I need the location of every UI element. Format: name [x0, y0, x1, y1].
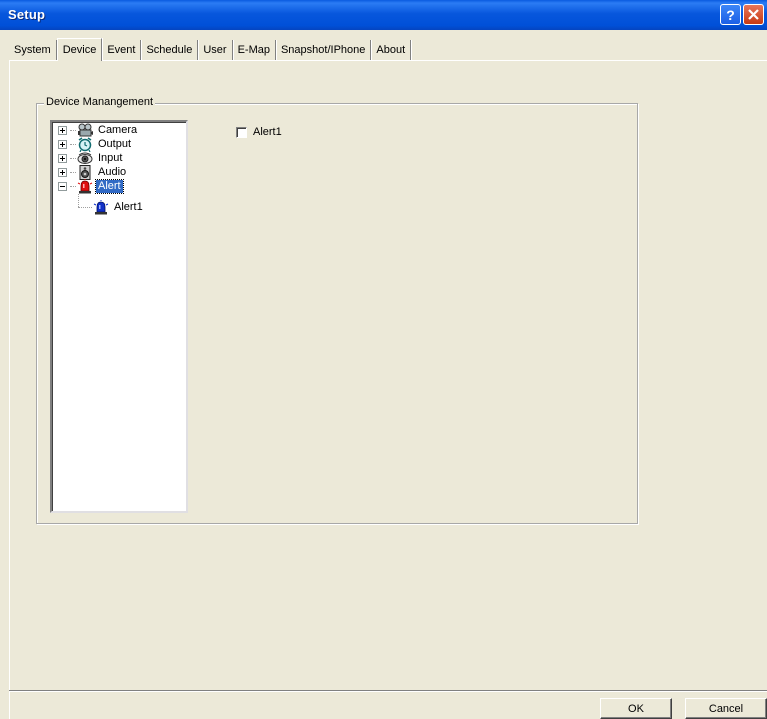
tree-connector [70, 172, 76, 173]
expand-icon[interactable] [58, 168, 67, 177]
tab-schedule[interactable]: Schedule [141, 40, 199, 60]
tab-device[interactable]: Device [56, 38, 103, 61]
expand-icon[interactable] [58, 140, 67, 149]
tree-node-label: Input [98, 152, 123, 164]
tree-node-label: Alert1 [114, 201, 143, 213]
alarm-clock-icon [78, 137, 92, 152]
tree-connector [78, 207, 92, 208]
tree-connector [70, 158, 76, 159]
tree-node-output[interactable]: Output [58, 137, 133, 152]
collapse-icon[interactable] [58, 182, 67, 191]
tab-snapshot-iphone[interactable]: Snapshot/IPhone [276, 40, 372, 60]
siren-icon [77, 179, 93, 194]
close-icon [748, 9, 759, 20]
tab-e-map[interactable]: E-Map [233, 40, 276, 60]
title-bar[interactable]: Setup ? [0, 0, 767, 30]
cancel-button[interactable]: Cancel [685, 698, 767, 719]
alert1-checkbox-label: Alert1 [253, 126, 282, 138]
alert1-checkbox-row[interactable]: Alert1 [236, 126, 282, 138]
tree-connector [70, 144, 76, 145]
expand-icon[interactable] [58, 154, 67, 163]
tree-connector [78, 194, 79, 207]
ok-button[interactable]: OK [600, 698, 672, 719]
tree-connector [70, 130, 76, 131]
tree-node-label: Audio [98, 166, 127, 178]
tree-node-label: Camera [98, 124, 138, 136]
tree-node-label: Alert [95, 179, 124, 194]
help-icon: ? [726, 6, 735, 23]
window-title: Setup [8, 7, 46, 22]
device-tree[interactable]: Camera Output Input Audio Alert Alert1 [50, 120, 188, 513]
tree-node-alert[interactable]: Alert [58, 179, 124, 194]
separator [9, 690, 767, 692]
tree-node-camera[interactable]: Camera [58, 123, 139, 138]
tab-system[interactable]: System [9, 40, 57, 60]
tree-node-alert1[interactable]: Alert1 [93, 200, 145, 215]
group-label: Device Manangement [44, 96, 156, 109]
camera-icon [78, 123, 93, 137]
tab-about[interactable]: About [371, 40, 412, 60]
tab-event[interactable]: Event [102, 40, 142, 60]
tree-node-audio[interactable]: Audio [58, 165, 128, 180]
speaker-icon [79, 165, 91, 180]
tab-user[interactable]: User [198, 40, 233, 60]
eye-icon [77, 152, 93, 164]
alert1-checkbox[interactable] [236, 126, 247, 138]
tab-strip: System Device Event Schedule User E-Map … [9, 38, 412, 61]
expand-icon[interactable] [58, 126, 67, 135]
help-button[interactable]: ? [720, 4, 741, 25]
tree-connector [70, 186, 76, 187]
tree-node-label: Output [98, 138, 132, 150]
tree-node-input[interactable]: Input [58, 151, 124, 166]
close-button[interactable] [743, 4, 764, 25]
siren-blue-icon [93, 200, 109, 215]
